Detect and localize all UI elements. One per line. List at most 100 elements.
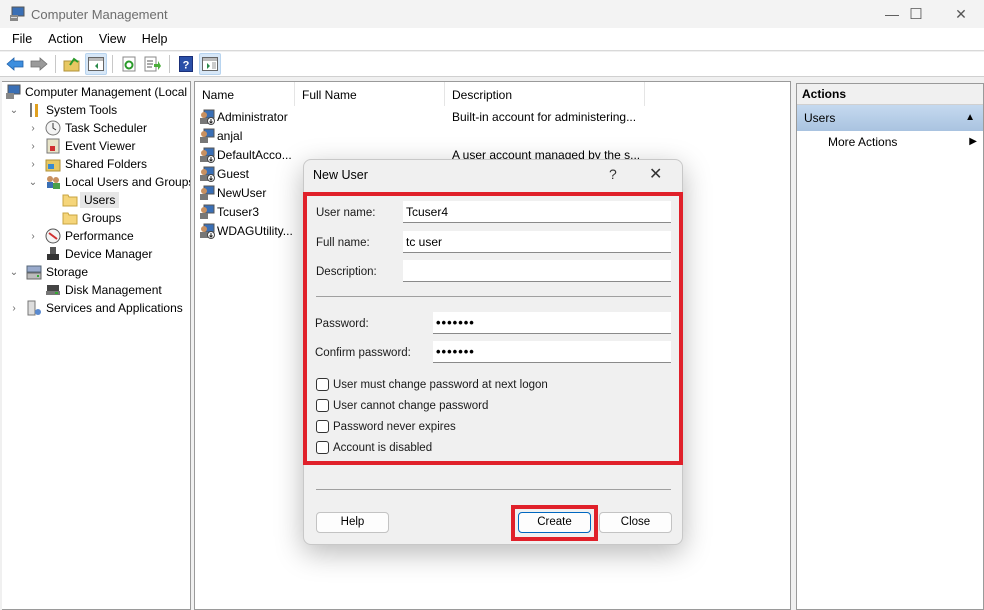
- actions-pane: Actions Users ▲ More Actions ▶: [796, 83, 984, 610]
- table-row[interactable]: anjal: [199, 127, 299, 145]
- column-header-name[interactable]: Name: [195, 82, 295, 106]
- full-name-input[interactable]: [403, 231, 671, 253]
- table-row[interactable]: Tcuser3: [199, 203, 299, 221]
- actions-section-users[interactable]: Users ▲: [797, 105, 983, 131]
- description-input[interactable]: [403, 260, 671, 282]
- create-button[interactable]: Create: [518, 512, 591, 533]
- refresh-button[interactable]: [118, 53, 140, 75]
- dialog-close-button[interactable]: ✕: [649, 164, 662, 184]
- chevron-right-icon[interactable]: ›: [8, 303, 20, 314]
- title-bar: Computer Management: [0, 0, 984, 28]
- computer-management-icon: [5, 84, 21, 100]
- table-row[interactable]: Guest: [199, 165, 299, 183]
- dialog-help-button[interactable]: ?: [609, 166, 617, 182]
- confirm-password-label: Confirm password:: [315, 347, 411, 359]
- table-row[interactable]: DefaultAcco... A user account managed by …: [199, 146, 640, 164]
- console-tree-icon: [88, 57, 104, 71]
- chevron-right-icon[interactable]: ›: [27, 159, 39, 170]
- chevron-down-icon[interactable]: ⌄: [8, 105, 20, 116]
- forward-arrow-icon: [30, 57, 48, 71]
- export-list-button[interactable]: [142, 53, 164, 75]
- tree-item-groups[interactable]: Groups: [62, 209, 121, 227]
- tree-item-computer-management[interactable]: Computer Management (Local: [5, 83, 187, 101]
- separator: [316, 296, 671, 297]
- svg-text:?: ?: [183, 60, 190, 72]
- column-header-description[interactable]: Description: [445, 82, 645, 106]
- user-icon: [199, 185, 215, 201]
- chevron-right-icon[interactable]: ›: [27, 141, 39, 152]
- tree-item-services-and-applications[interactable]: › Services and Applications: [8, 299, 183, 317]
- computer-management-icon: [9, 6, 25, 22]
- chevron-right-icon[interactable]: ›: [27, 123, 39, 134]
- user-name-cell: Guest: [217, 167, 250, 181]
- chevron-right-icon[interactable]: ›: [27, 231, 39, 242]
- column-header-full-name[interactable]: Full Name: [295, 82, 445, 106]
- disabled-user-icon: [199, 147, 215, 163]
- disabled-user-icon: [199, 166, 215, 182]
- menu-action[interactable]: Action: [40, 32, 91, 46]
- export-list-icon: [144, 56, 161, 72]
- password-input[interactable]: •••••••: [433, 312, 671, 334]
- user-name-input[interactable]: [403, 201, 671, 223]
- up-folder-button[interactable]: [61, 53, 83, 75]
- tree-item-storage[interactable]: ⌄ Storage: [8, 263, 88, 281]
- actions-header: Actions: [797, 84, 983, 105]
- tree-item-event-viewer[interactable]: › Event Viewer: [27, 137, 135, 155]
- checkbox-icon[interactable]: [316, 420, 329, 433]
- tree-item-system-tools[interactable]: ⌄ System Tools: [8, 101, 117, 119]
- show-hide-console-tree-button[interactable]: [85, 53, 107, 75]
- separator: [316, 489, 671, 490]
- tree-item-performance[interactable]: › Performance: [27, 227, 134, 245]
- checkbox-icon[interactable]: [316, 441, 329, 454]
- menu-help[interactable]: Help: [134, 32, 176, 46]
- disabled-user-icon: [199, 223, 215, 239]
- tree-item-local-users-and-groups[interactable]: ⌄ Local Users and Groups: [27, 173, 190, 191]
- help-button[interactable]: ?: [175, 53, 197, 75]
- user-name-cell: NewUser: [217, 186, 267, 200]
- toolbar: ?: [0, 52, 984, 77]
- checkbox-cannot-change-password[interactable]: User cannot change password: [316, 399, 488, 412]
- chevron-down-icon[interactable]: ⌄: [8, 267, 20, 278]
- checkbox-account-disabled[interactable]: Account is disabled: [316, 441, 432, 454]
- chevron-down-icon[interactable]: ⌄: [27, 177, 39, 188]
- table-row[interactable]: Administrator Built-in account for admini…: [199, 108, 636, 126]
- table-row[interactable]: WDAGUtility...: [199, 222, 299, 240]
- menu-file[interactable]: File: [4, 32, 40, 46]
- show-hide-action-pane-button[interactable]: [199, 53, 221, 75]
- more-actions-item[interactable]: More Actions ▶: [797, 131, 983, 153]
- user-icon: [199, 128, 215, 144]
- user-name-cell: Tcuser3: [217, 205, 260, 219]
- description-label: Description:: [316, 266, 377, 278]
- user-icon: [199, 204, 215, 220]
- tree-item-task-scheduler[interactable]: › Task Scheduler: [27, 119, 147, 137]
- event-viewer-icon: [45, 138, 61, 154]
- close-dialog-button[interactable]: Close: [599, 512, 672, 533]
- close-window-button[interactable]: ✕: [938, 0, 984, 28]
- confirm-password-input[interactable]: •••••••: [433, 341, 671, 363]
- menu-view[interactable]: View: [91, 32, 134, 46]
- window-title: Computer Management: [31, 6, 168, 22]
- description-cell: Built-in account for administering...: [452, 110, 637, 124]
- tree-item-disk-management[interactable]: Disk Management: [45, 281, 162, 299]
- help-dialog-button[interactable]: Help: [316, 512, 389, 533]
- full-name-label: Full name:: [316, 237, 370, 249]
- maximize-button[interactable]: ☐: [893, 0, 939, 28]
- forward-button[interactable]: [28, 53, 50, 75]
- checkbox-icon[interactable]: [316, 399, 329, 412]
- checkbox-must-change-password[interactable]: User must change password at next logon: [316, 378, 548, 391]
- tree-item-shared-folders[interactable]: › Shared Folders: [27, 155, 147, 173]
- new-user-dialog: New User ? ✕ User name: Full name: Descr…: [303, 159, 683, 545]
- system-tools-icon: [26, 102, 42, 118]
- user-name-cell: Administrator: [217, 110, 288, 124]
- toolbar-separator: [55, 55, 56, 73]
- checkbox-icon[interactable]: [316, 378, 329, 391]
- task-scheduler-icon: [45, 120, 61, 136]
- checkbox-password-never-expires[interactable]: Password never expires: [316, 420, 456, 433]
- back-button[interactable]: [4, 53, 26, 75]
- collapse-up-icon[interactable]: ▲: [965, 105, 975, 131]
- user-name-cell: WDAGUtility...: [217, 224, 293, 238]
- performance-icon: [45, 228, 61, 244]
- table-row[interactable]: NewUser: [199, 184, 299, 202]
- tree-item-device-manager[interactable]: Device Manager: [45, 245, 152, 263]
- tree-item-users[interactable]: Users: [62, 191, 120, 209]
